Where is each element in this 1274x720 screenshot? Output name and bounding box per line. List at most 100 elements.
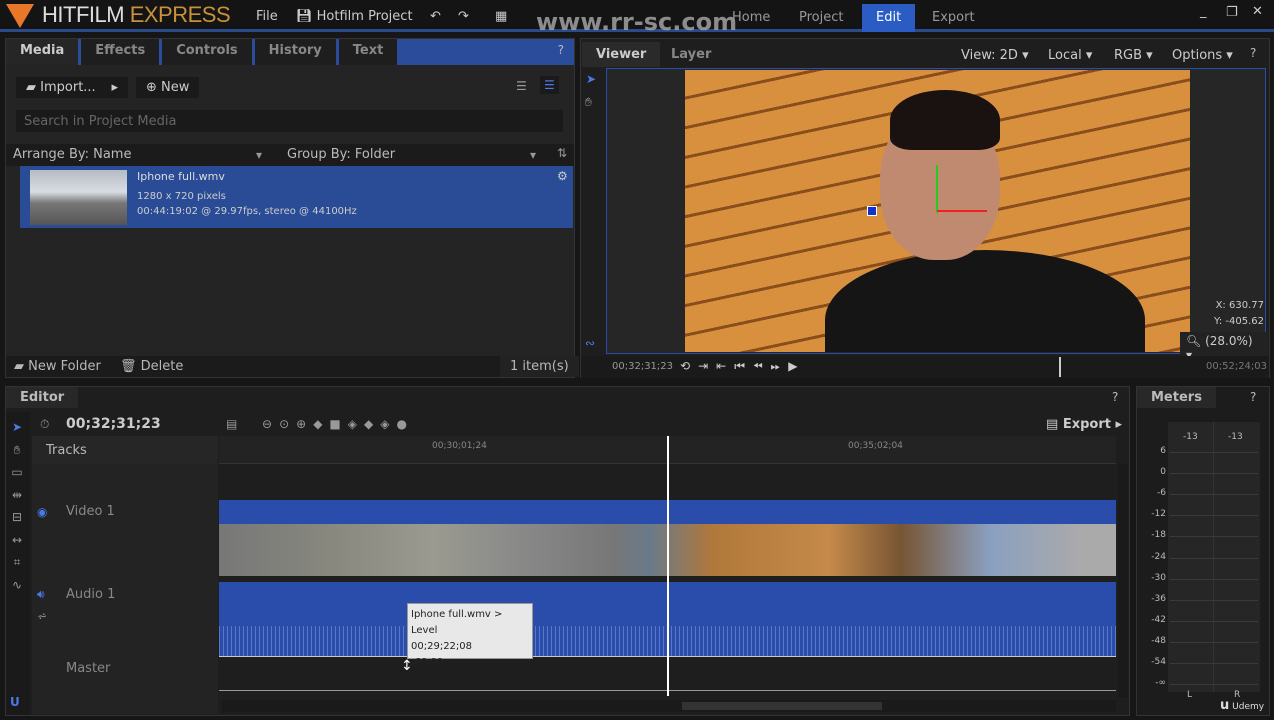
- diamond-icon[interactable]: ◆: [313, 417, 329, 431]
- nav-edit[interactable]: Edit: [862, 4, 916, 32]
- slide-tool-icon[interactable]: ⊟: [10, 506, 24, 529]
- new-button[interactable]: ⊕ New: [136, 77, 200, 98]
- close-button[interactable]: ✕: [1252, 4, 1263, 19]
- y-axis-gizmo[interactable]: [936, 165, 938, 213]
- skip-start-icon[interactable]: ⏮︎: [734, 359, 753, 373]
- gear-icon[interactable]: ⚙: [557, 169, 568, 183]
- hold-icon[interactable]: ■: [329, 417, 347, 431]
- new-folder-button[interactable]: ▰ New Folder: [14, 359, 101, 374]
- play-icon[interactable]: ▶: [788, 359, 805, 373]
- prev-keyframe-icon[interactable]: ⊖: [262, 417, 279, 431]
- tab-media[interactable]: Media: [6, 39, 82, 65]
- horizontal-scrollbar[interactable]: [222, 700, 1116, 712]
- loop-icon[interactable]: ⟲: [680, 359, 698, 373]
- minimize-button[interactable]: _: [1200, 4, 1207, 19]
- meter-scale-label: -42: [1151, 614, 1166, 625]
- tab-text[interactable]: Text: [338, 39, 401, 65]
- hand-tool-icon[interactable]: ✋︎: [10, 439, 24, 462]
- import-button[interactable]: ▰ Import... ▸: [16, 77, 128, 98]
- ripple-tool-icon[interactable]: ↔: [10, 529, 24, 552]
- tracks-label: Tracks: [46, 443, 87, 458]
- list-view-icon[interactable]: ☰: [516, 79, 527, 93]
- snap-magnet-icon[interactable]: U: [10, 695, 20, 709]
- nav-home[interactable]: Home: [718, 4, 784, 32]
- help-icon[interactable]: ?: [548, 39, 574, 65]
- delete-button[interactable]: 🗑︎ Delete: [120, 359, 183, 374]
- keyframe-icon[interactable]: ⊙: [279, 417, 296, 431]
- playhead[interactable]: [667, 436, 669, 696]
- project-name[interactable]: 💾︎ Hotfilm Project: [296, 9, 413, 24]
- save-icon: 💾︎: [296, 9, 317, 24]
- diamond-icon[interactable]: ◈: [348, 417, 364, 431]
- track-name: Video 1: [66, 504, 115, 519]
- rate-tool-icon[interactable]: ⌗: [10, 551, 24, 574]
- detail-view-icon[interactable]: ☰: [540, 76, 559, 94]
- undo-button[interactable]: ↶: [430, 9, 441, 24]
- link-icon[interactable]: ∾: [585, 336, 595, 350]
- eye-icon[interactable]: ◉: [37, 505, 47, 519]
- export-button[interactable]: ▤ Export ▸: [1046, 417, 1122, 432]
- step-back-icon[interactable]: ⏪︎: [753, 359, 771, 373]
- tab-layer[interactable]: Layer: [657, 42, 725, 67]
- options-dropdown[interactable]: Options ▾: [1164, 44, 1241, 67]
- logo-sub: EXPRESS: [129, 2, 231, 27]
- playback-controls[interactable]: ⟲⇥⇤⏮︎⏪︎⏩︎▶: [680, 359, 805, 374]
- tab-effects[interactable]: Effects: [81, 39, 163, 65]
- track-headers: [32, 464, 218, 714]
- sort-az-icon[interactable]: ⇅: [557, 146, 567, 160]
- grid-icon[interactable]: ▦: [495, 9, 507, 24]
- chevron-down-icon[interactable]: ▾: [530, 148, 536, 162]
- diamond-icon[interactable]: ◈: [380, 417, 396, 431]
- in-point-icon[interactable]: ⇥: [698, 359, 716, 373]
- tab-controls[interactable]: Controls: [162, 39, 255, 65]
- waveform-icon[interactable]: ⩫: [37, 609, 47, 623]
- help-icon[interactable]: ?: [1112, 390, 1118, 404]
- group-by-dropdown[interactable]: Group By: Folder: [287, 147, 395, 162]
- scrollbar-thumb[interactable]: [682, 702, 882, 710]
- search-input[interactable]: Search in Project Media: [16, 110, 563, 132]
- channels-dropdown[interactable]: RGB ▾: [1106, 44, 1161, 67]
- media-item[interactable]: Iphone full.wmv 1280 x 720 pixels 00:44:…: [20, 166, 573, 228]
- viewer-playhead[interactable]: [1059, 357, 1061, 377]
- space-dropdown[interactable]: Local ▾: [1040, 44, 1101, 67]
- tab-viewer[interactable]: Viewer: [582, 42, 661, 67]
- editor-title: Editor: [6, 387, 79, 408]
- hand-tool-icon[interactable]: ✋︎: [585, 95, 592, 110]
- slip-tool-icon[interactable]: ⇹: [10, 484, 24, 507]
- meter-gridline: [1170, 557, 1258, 559]
- udemy-logo: u Udemy: [1220, 698, 1265, 713]
- view-mode-dropdown[interactable]: View: 2D ▾: [953, 44, 1037, 67]
- level-tooltip: Iphone full.wmv > Level 00;29;22;08 -60.…: [407, 603, 533, 668]
- select-tool-icon[interactable]: ➤: [10, 416, 24, 439]
- diamond-icon[interactable]: ◆: [364, 417, 380, 431]
- curve-icon[interactable]: ∿: [10, 574, 24, 597]
- meter-gridline: [1170, 620, 1258, 622]
- help-icon[interactable]: ?: [1250, 46, 1256, 60]
- nav-export[interactable]: Export: [918, 4, 989, 32]
- arrange-by-dropdown[interactable]: Arrange By: Name: [13, 147, 131, 162]
- info-icon[interactable]: ●: [396, 417, 413, 431]
- meter-scale-label: -36: [1151, 593, 1166, 604]
- next-keyframe-icon[interactable]: ⊕: [296, 417, 313, 431]
- vertical-scrollbar[interactable]: [1118, 464, 1128, 698]
- maximize-button[interactable]: ❐: [1226, 5, 1238, 20]
- razor-tool-icon[interactable]: ▭: [10, 461, 24, 484]
- anchor-handle[interactable]: [867, 206, 877, 216]
- tab-history[interactable]: History: [254, 39, 339, 65]
- hitfilm-logo-icon: [6, 4, 34, 28]
- redo-button[interactable]: ↷: [458, 9, 469, 24]
- person-shape: [825, 250, 1145, 352]
- help-icon[interactable]: ?: [1250, 390, 1256, 404]
- step-forward-icon[interactable]: ⏩︎: [771, 359, 789, 373]
- menu-file[interactable]: File: [256, 9, 278, 24]
- nav-project[interactable]: Project: [785, 4, 857, 32]
- chevron-right-icon: ▸: [111, 80, 118, 95]
- x-axis-gizmo[interactable]: [937, 210, 987, 212]
- add-clip-icon[interactable]: ▤: [226, 417, 237, 431]
- select-tool-icon[interactable]: ➤: [586, 72, 596, 86]
- speaker-icon[interactable]: 🔊︎: [37, 587, 45, 602]
- delete-label: Delete: [140, 359, 184, 374]
- out-point-icon[interactable]: ⇤: [716, 359, 734, 373]
- chevron-down-icon[interactable]: ▾: [256, 148, 262, 162]
- editor-timecode[interactable]: 00;32;31;23: [66, 416, 161, 432]
